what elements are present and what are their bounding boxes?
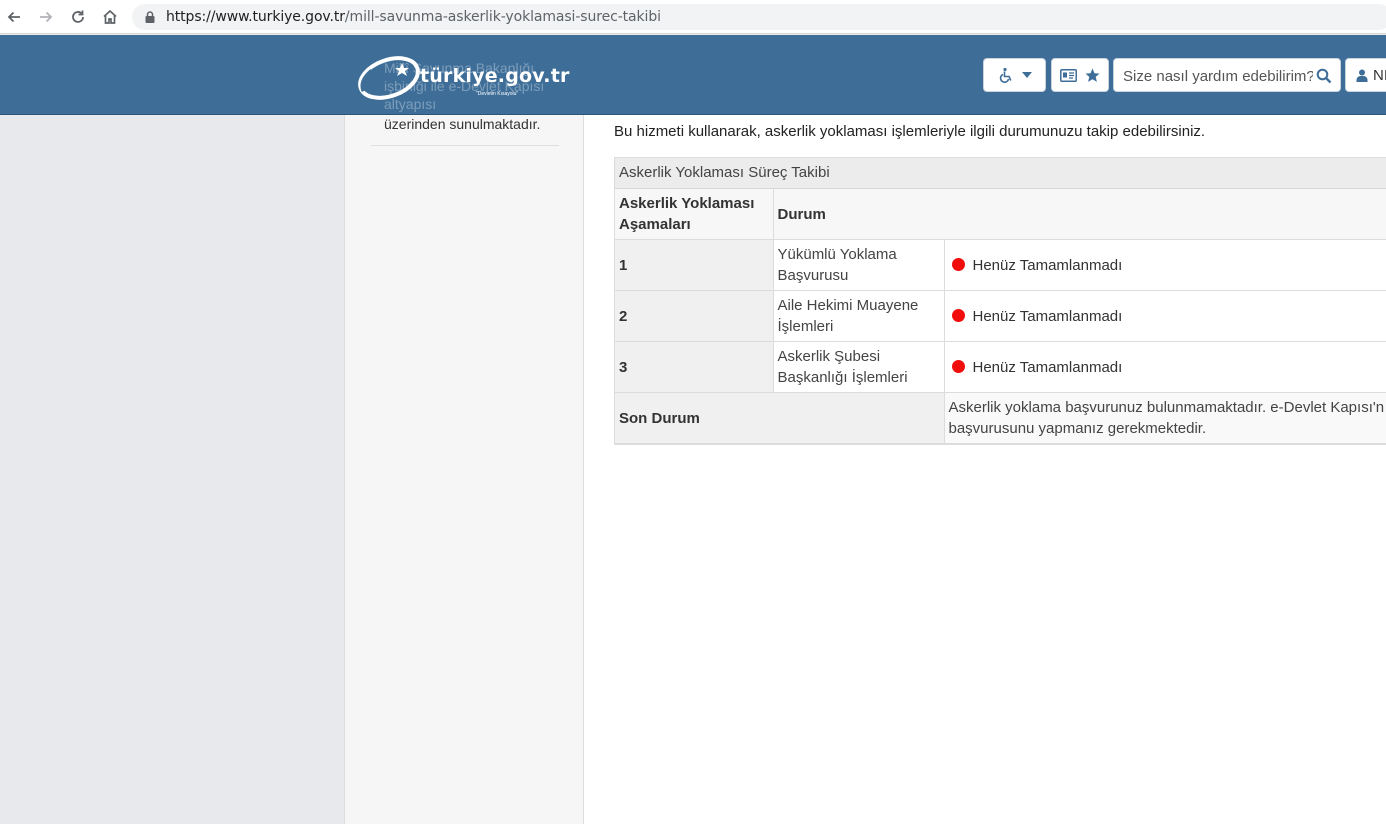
browser-toolbar: https://www.turkiye.gov.tr/mill-savunma-… xyxy=(0,0,1386,34)
row-status: Henüz Tamamlanmadı xyxy=(944,239,1386,291)
status-dot-icon xyxy=(951,309,965,323)
url-text: https://www.turkiye.gov.tr/mill-savunma-… xyxy=(166,9,661,25)
wheelchair-icon xyxy=(999,67,1012,83)
table-caption: Askerlik Yoklaması Süreç Takibi xyxy=(615,158,1386,189)
table-row: 2 Aile Hekimi Muayene İşlemleri Henüz Ta… xyxy=(615,290,1386,342)
row-step: Yükümlü Yoklama Başvurusu xyxy=(773,239,945,291)
column-header-stage: Askerlik Yoklaması Aşamaları xyxy=(615,189,774,240)
turkiye-gov-logo[interactable]: türkiye.gov.tr "Devletin Kısayolu" xyxy=(356,51,569,101)
table-header-row: Askerlik Yoklaması Aşamaları Durum xyxy=(615,189,1386,240)
search-input[interactable] xyxy=(1123,66,1313,86)
search-box xyxy=(1113,58,1341,92)
summary-text: Askerlik yoklama başvurunuz bulunmamakta… xyxy=(944,392,1386,444)
user-icon xyxy=(1356,69,1368,82)
process-tracking-table: Askerlik Yoklaması Süreç Takibi Askerlik… xyxy=(614,157,1386,445)
sidebar: üzerinden sunulmaktadır. xyxy=(344,115,584,824)
lock-icon xyxy=(145,11,155,23)
search-icon[interactable] xyxy=(1316,68,1332,84)
site-header: türkiye.gov.tr "Devletin Kısayolu" NI xyxy=(0,35,1386,115)
url-host: https://www.turkiye.gov.tr xyxy=(166,9,345,25)
star-icon xyxy=(1085,68,1100,82)
row-status: Henüz Tamamlanmadı xyxy=(944,341,1386,393)
crescent-star-icon xyxy=(358,56,420,100)
main-content: Bu hizmeti kullanarak, askerlik yoklamas… xyxy=(584,115,1386,824)
summary-row: Son Durum Askerlik yoklama başvurunuz bu… xyxy=(615,392,1386,444)
intro-text: Bu hizmeti kullanarak, askerlik yoklamas… xyxy=(614,123,1206,140)
reload-button[interactable] xyxy=(66,5,90,29)
id-card-icon xyxy=(1060,68,1077,82)
user-menu-button[interactable]: NI xyxy=(1345,58,1386,92)
row-status-text: Henüz Tamamlanmadı xyxy=(972,256,1123,274)
reload-icon xyxy=(72,10,84,23)
arrow-left-icon xyxy=(7,11,20,23)
logo-tagline: "Devletin Kısayolu" xyxy=(476,91,519,97)
accessibility-button[interactable] xyxy=(983,58,1046,92)
row-number: 1 xyxy=(615,239,774,291)
status-dot-icon xyxy=(951,360,965,374)
caret-down-icon xyxy=(1021,72,1032,78)
row-status: Henüz Tamamlanmadı xyxy=(944,290,1386,342)
status-dot-icon xyxy=(951,258,965,272)
id-favorites-button[interactable] xyxy=(1051,58,1109,92)
row-status-text: Henüz Tamamlanmadı xyxy=(972,307,1123,325)
summary-label: Son Durum xyxy=(615,392,945,444)
sidebar-divider xyxy=(371,145,559,146)
left-gutter xyxy=(0,115,344,824)
row-status-text: Henüz Tamamlanmadı xyxy=(972,358,1123,376)
column-header-status: Durum xyxy=(773,189,1386,240)
table-row: 3 Askerlik Şubesi Başkanlığı İşlemleri H… xyxy=(615,341,1386,393)
row-number: 2 xyxy=(615,290,774,342)
row-step: Aile Hekimi Muayene İşlemleri xyxy=(773,290,945,342)
back-button[interactable] xyxy=(2,5,26,29)
row-step: Askerlik Şubesi Başkanlığı İşlemleri xyxy=(773,341,945,393)
row-number: 3 xyxy=(615,341,774,393)
url-path: /mill-savunma-askerlik-yoklamasi-surec-t… xyxy=(344,9,661,25)
address-bar[interactable]: https://www.turkiye.gov.tr/mill-savunma-… xyxy=(132,4,1386,30)
user-name: NI xyxy=(1373,67,1386,84)
table-row: 1 Yükümlü Yoklama Başvurusu Henüz Tamaml… xyxy=(615,239,1386,291)
arrow-right-icon xyxy=(40,11,53,23)
forward-button[interactable] xyxy=(34,5,58,29)
home-button[interactable] xyxy=(98,5,122,29)
logo-text: türkiye.gov.tr xyxy=(420,65,570,87)
sidebar-description: üzerinden sunulmaktadır. xyxy=(384,116,541,132)
home-icon xyxy=(103,9,117,24)
